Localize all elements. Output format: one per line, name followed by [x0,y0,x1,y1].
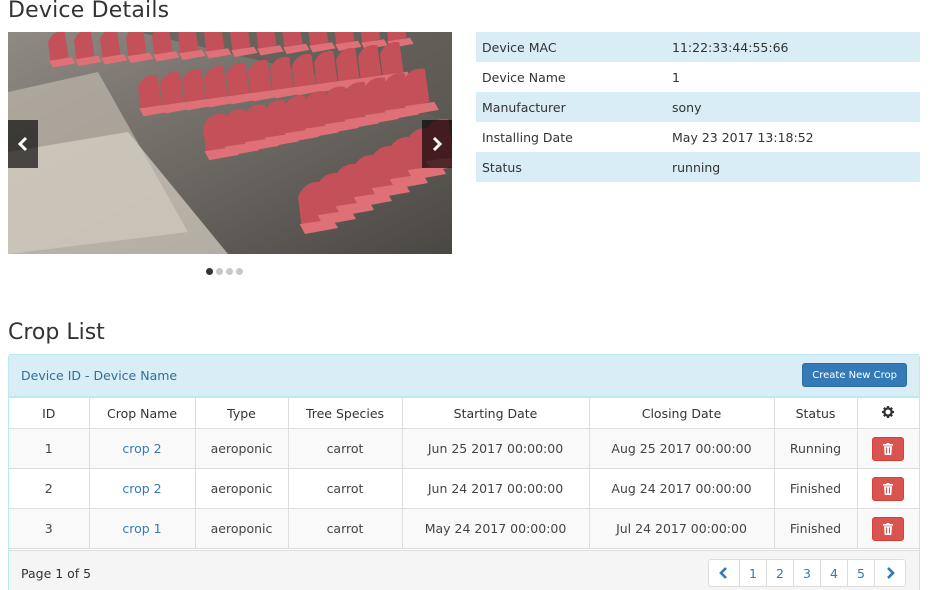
crop-name-link[interactable]: crop 2 [122,441,161,456]
cell-type: aeroponic [194,508,289,549]
seat-shape [126,32,147,57]
chevron-right-icon [432,136,443,152]
cell-status: Finished [773,508,858,549]
detail-value: 1 [672,69,680,85]
page-title: Device Details [8,0,170,23]
chevron-right-icon [887,567,895,579]
pagination-page-4[interactable]: 4 [820,559,848,587]
carousel-indicator[interactable] [216,268,223,275]
cell-closing-date: Jul 24 2017 00:00:00 [588,508,775,549]
seat-shape [74,32,95,60]
detail-label: Status [476,152,666,182]
trash-icon [883,522,894,535]
cell-closing-date: Aug 25 2017 00:00:00 [588,428,775,469]
pagination-prev-button[interactable] [708,559,740,587]
column-header-type[interactable]: Type [194,397,289,429]
cell-actions [856,508,919,549]
delete-button[interactable] [872,476,905,501]
table-row: 2 crop 2 aeroponic carrot Jun 24 2017 00… [9,468,919,509]
detail-value: running [666,152,920,182]
detail-label: Device Name [482,69,566,85]
detail-row: Device MAC 11:22:33:44:55:66 [476,32,920,62]
cell-status: Running [773,428,858,469]
cell-crop-name: crop 2 [88,468,196,509]
detail-row: Status running [476,152,920,182]
cell-status: Finished [773,468,858,509]
seat-shape [100,32,121,59]
delete-button[interactable] [872,436,905,461]
table-row: 3 crop 1 aeroponic carrot May 24 2017 00… [9,508,919,549]
crop-list-title: Crop List [8,320,105,345]
table-header-row: ID Crop Name Type Tree Species Starting … [9,397,919,429]
detail-value: 11:22:33:44:55:66 [666,32,920,62]
chevron-left-icon [17,136,28,152]
pagination-page-5[interactable]: 5 [847,559,875,587]
trash-icon [883,442,894,455]
detail-row: Manufacturer sony [476,92,920,122]
trash-icon [883,482,894,495]
carousel-indicator[interactable] [226,268,233,275]
detail-label: Installing Date [482,129,573,145]
cell-crop-name: crop 1 [88,508,196,549]
create-new-crop-button[interactable]: Create New Crop [802,363,907,387]
carousel-prev-button[interactable] [8,120,38,168]
carousel-next-button[interactable] [422,120,452,168]
column-header-crop-name[interactable]: Crop Name [88,397,196,429]
cell-species: carrot [287,508,403,549]
panel-heading-title: Device ID - Device Name [21,368,178,383]
pagination-page-2[interactable]: 2 [766,559,794,587]
panel-heading: Device ID - Device Name Create New Crop [9,355,919,397]
crop-name-link[interactable]: crop 1 [122,521,161,536]
pagination: 1 2 3 4 5 [708,559,906,587]
column-header-status[interactable]: Status [773,397,858,429]
panel-footer: Page 1 of 5 1 2 3 4 5 [9,550,919,590]
cell-id: 3 [9,508,90,549]
pagination-next-button[interactable] [874,559,906,587]
cell-starting-date: Jun 24 2017 00:00:00 [401,468,590,509]
crop-list-panel: Device ID - Device Name Create New Crop … [8,354,920,590]
pagination-page-1[interactable]: 1 [739,559,767,587]
table-row: 1 crop 2 aeroponic carrot Jun 25 2017 00… [9,428,919,469]
crop-table: ID Crop Name Type Tree Species Starting … [9,397,919,549]
page-info: Page 1 of 5 [21,566,92,581]
cell-id: 1 [9,428,90,469]
detail-row: Installing Date May 23 2017 13:18:52 [476,122,920,152]
column-header-closing-date[interactable]: Closing Date [588,397,775,429]
seat-shape [152,32,173,56]
cell-species: carrot [287,428,403,469]
column-header-actions [856,397,919,429]
cell-starting-date: Jun 25 2017 00:00:00 [401,428,590,469]
cell-actions [856,428,919,469]
detail-value: sony [666,92,920,122]
pagination-page-3[interactable]: 3 [793,559,821,587]
cell-species: carrot [287,468,403,509]
cell-type: aeroponic [194,468,289,509]
cell-id: 2 [9,468,90,509]
delete-button[interactable] [872,516,905,541]
gear-icon [882,405,895,418]
chevron-left-icon [719,567,727,579]
column-header-id[interactable]: ID [9,397,90,429]
image-carousel[interactable] [8,32,452,254]
crop-name-link[interactable]: crop 2 [122,481,161,496]
detail-value: May 23 2017 13:18:52 [672,129,814,145]
cell-starting-date: May 24 2017 00:00:00 [401,508,590,549]
cell-type: aeroponic [194,428,289,469]
detail-row: Device Name 1 [476,62,920,92]
carousel-image [8,32,452,254]
cell-actions [856,468,919,509]
column-header-starting-date[interactable]: Starting Date [401,397,590,429]
carousel-indicators [206,268,243,275]
cell-crop-name: crop 2 [88,428,196,469]
carousel-indicator[interactable] [206,268,213,275]
cell-closing-date: Aug 24 2017 00:00:00 [588,468,775,509]
detail-label: Manufacturer [476,92,666,122]
column-header-tree-species[interactable]: Tree Species [287,397,403,429]
device-details-table: Device MAC 11:22:33:44:55:66 Device Name… [476,32,920,182]
detail-label: Device MAC [476,32,666,62]
carousel-indicator[interactable] [236,268,243,275]
